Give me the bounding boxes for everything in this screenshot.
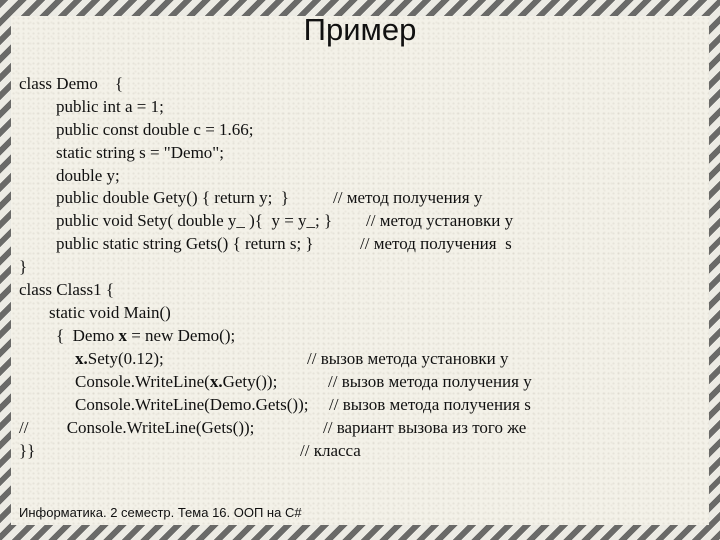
code-line: public const double c = 1.66; (56, 120, 254, 139)
code-comment: // вызов метода установки y (307, 349, 509, 368)
code-line: public int a = 1; (56, 97, 164, 116)
code-line: { Demo x = new Demo(); (56, 325, 235, 347)
code-line: Console.WriteLine(x.Gety()); (75, 371, 277, 393)
code-text: Gety()); (222, 372, 278, 391)
code-comment: // метод установки y (366, 211, 514, 230)
slide-title: Пример (303, 12, 417, 47)
code-line: public double Gety() { return y; } (56, 188, 290, 207)
code-comment: // вызов метода получения s (329, 395, 531, 414)
code-line: class Demo { (19, 74, 124, 93)
slide-footer: Информатика. 2 семестр. Тема 16. ООП на … (19, 505, 302, 520)
code-comment: // метод получения s (360, 234, 512, 253)
code-line: static void Main() (49, 303, 171, 322)
code-text: = new Demo(); (126, 326, 236, 345)
code-comment: // вызов метода получения y (328, 372, 532, 391)
code-line: public static string Gets() { return s; … (56, 234, 314, 253)
code-comment: // метод получения y (333, 188, 483, 207)
code-line: public void Sety( double y_ ){ y = y_; } (56, 211, 333, 230)
code-line: Console.WriteLine(Demo.Gets()); (75, 395, 309, 414)
code-comment: // класса (300, 441, 361, 460)
code-line: // Console.WriteLine(Gets()); (19, 418, 255, 437)
code-line: double y; (56, 166, 120, 185)
code-line: x.Sety(0.12); (75, 348, 164, 370)
code-line: class Class1 { (19, 280, 115, 299)
code-text: Sety(0.12); (87, 349, 164, 368)
code-object-var: x. (75, 349, 88, 368)
code-line: }} (19, 441, 36, 460)
code-line: static string s = "Demo"; (56, 143, 224, 162)
code-text: { Demo (56, 326, 119, 345)
code-comment: // вариант вызова из того же (323, 418, 527, 437)
code-object-var: x. (209, 372, 223, 391)
code-text: Console.WriteLine( (75, 372, 210, 391)
code-line: } (19, 257, 28, 276)
code-object-var: x (118, 326, 127, 345)
